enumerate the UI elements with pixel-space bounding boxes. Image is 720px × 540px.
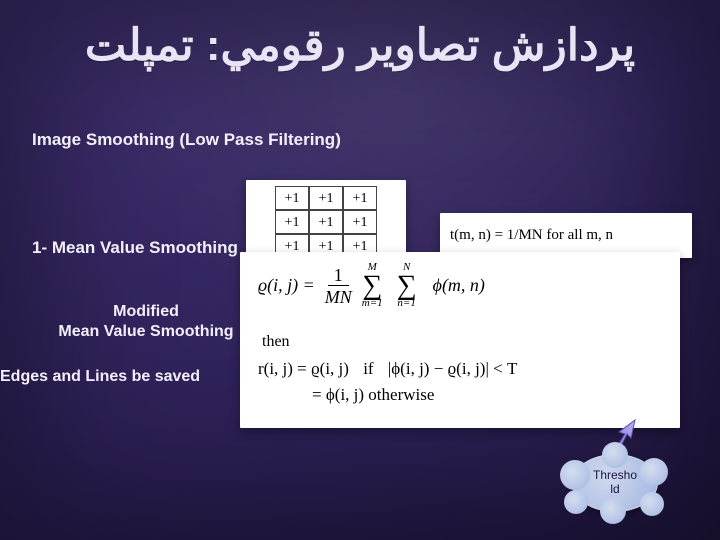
template-weight-text: t(m, n) = 1/MN for all m, n bbox=[450, 227, 613, 244]
modified-label-line1: Modified bbox=[56, 302, 236, 322]
edges-note: Edges and Lines be saved bbox=[0, 368, 200, 386]
mask-cell: +1 bbox=[309, 210, 343, 234]
sum-m-lower: m=1 bbox=[362, 298, 383, 309]
modified-label: Modified Mean Value Smoothing bbox=[56, 302, 236, 342]
if-text: if bbox=[363, 359, 373, 378]
then-text: then bbox=[262, 333, 666, 351]
fraction: 1 MN bbox=[325, 266, 352, 306]
heading-smoothing: Image Smoothing (Low Pass Filtering) bbox=[32, 130, 341, 150]
r-equals: r(i, j) = ϱ(i, j) bbox=[258, 359, 349, 378]
sum-n: N ∑ n=1 bbox=[397, 262, 417, 309]
r-condition: |ϕ(i, j) − ϱ(i, j)| < T bbox=[388, 359, 518, 378]
mean-formula-row: ϱ(i, j) = 1 MN M ∑ m=1 N ∑ n=1 ϕ(m, n) bbox=[258, 262, 666, 309]
sigma-icon: ∑ bbox=[397, 273, 417, 298]
result-line-1: r(i, j) = ϱ(i, j) if |ϕ(i, j) − ϱ(i, j)|… bbox=[258, 359, 666, 379]
threshold-text: Thresho ld bbox=[593, 469, 637, 497]
fraction-den: MN bbox=[325, 286, 352, 306]
mask-cell: +1 bbox=[309, 186, 343, 210]
heading-mean: 1- Mean Value Smoothing bbox=[32, 238, 238, 258]
sum-n-lower: n=1 bbox=[397, 298, 415, 309]
mask-row: +1 +1 +1 bbox=[254, 210, 398, 234]
threshold-bubble: Thresho ld bbox=[572, 454, 658, 512]
result-line-2: = ϕ(i, j) otherwise bbox=[258, 385, 666, 405]
mask-cell: +1 bbox=[343, 186, 377, 210]
modified-label-line2: Mean Value Smoothing bbox=[56, 322, 236, 342]
threshold-l1: Thresho bbox=[593, 468, 637, 482]
main-formula-panel: ϱ(i, j) = 1 MN M ∑ m=1 N ∑ n=1 ϕ(m, n) t… bbox=[240, 252, 680, 428]
sum-m: M ∑ m=1 bbox=[362, 262, 383, 309]
slide-title: پردازش تصاوير رقومي: تمپلت bbox=[0, 20, 720, 71]
formula-phi: ϕ(m, n) bbox=[433, 275, 485, 296]
threshold-l2: ld bbox=[610, 482, 619, 496]
mask-row: +1 +1 +1 bbox=[254, 186, 398, 210]
mask-cell: +1 bbox=[275, 186, 309, 210]
mask-cell: +1 bbox=[343, 210, 377, 234]
sigma-icon: ∑ bbox=[362, 273, 382, 298]
mask-cell: +1 bbox=[275, 210, 309, 234]
fraction-num: 1 bbox=[328, 266, 349, 286]
formula-lhs: ϱ(i, j) = bbox=[258, 275, 315, 296]
